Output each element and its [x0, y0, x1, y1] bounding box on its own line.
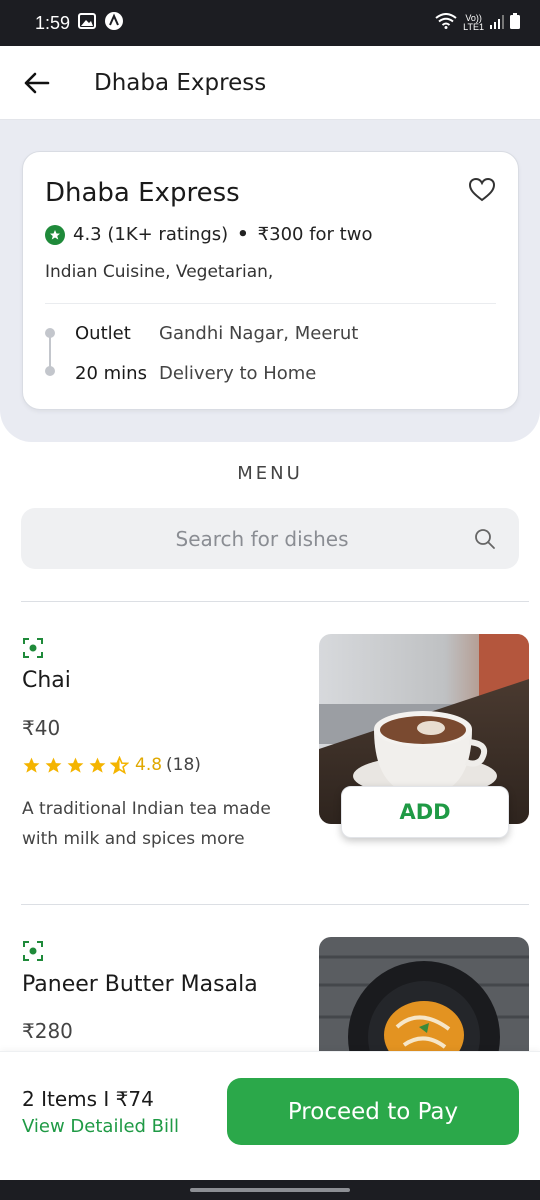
veg-indicator-icon	[23, 638, 43, 658]
cost-for-two: ₹300 for two	[257, 224, 373, 245]
home-gesture-handle[interactable]	[190, 1188, 350, 1192]
cuisine-text: Indian Cuisine, Vegetarian,	[45, 262, 274, 282]
app-notification-icon	[104, 11, 124, 35]
veg-indicator-icon	[23, 941, 43, 961]
signal-icon	[490, 14, 504, 33]
delivery-row: 20 mins Delivery to Home	[75, 363, 316, 384]
half-star-icon	[110, 755, 129, 774]
dish-search-input[interactable]: Search for dishes	[21, 508, 519, 569]
rating-stars	[22, 755, 129, 775]
restaurant-info-card: Dhaba Express 4.3 (1K+ ratings) • ₹300 f…	[22, 151, 519, 410]
item-description[interactable]: A traditional Indian tea made with milk …	[22, 794, 312, 854]
view-bill-link[interactable]: View Detailed Bill	[22, 1116, 179, 1137]
star-icon	[45, 757, 62, 773]
cart-summary: 2 Items I ₹74	[22, 1087, 154, 1111]
network-label: Vo)) LTE1	[463, 14, 484, 32]
menu-divider	[21, 601, 529, 602]
rating-row: 4.3 (1K+ ratings) • ₹300 for two	[45, 224, 372, 245]
restaurant-rating: 4.3 (1K+ ratings)	[73, 224, 229, 245]
back-button[interactable]	[22, 68, 52, 98]
outlet-value: Gandhi Nagar, Meerut	[159, 323, 359, 344]
item-price: ₹40	[22, 716, 61, 740]
outlet-row: Outlet Gandhi Nagar, Meerut	[75, 323, 358, 344]
item-rating-count: (18)	[166, 755, 201, 775]
search-placeholder: Search for dishes	[175, 526, 349, 551]
back-arrow-icon	[24, 72, 50, 93]
add-to-cart-button[interactable]: ADD	[341, 786, 509, 838]
timeline-icon	[45, 328, 55, 376]
status-time: 1:59	[35, 12, 71, 33]
cart-bar: 2 Items I ₹74 View Detailed Bill Proceed…	[0, 1051, 540, 1180]
page-title: Dhaba Express	[94, 69, 267, 96]
star-icon	[89, 757, 106, 773]
star-icon	[23, 757, 40, 773]
heart-icon	[468, 177, 496, 202]
separator-dot: •	[237, 224, 249, 245]
item-price: ₹280	[22, 1019, 73, 1043]
search-icon[interactable]	[473, 527, 497, 551]
battery-icon	[510, 13, 520, 33]
favorite-button[interactable]	[468, 176, 496, 204]
outlet-label: Outlet	[75, 323, 131, 344]
paneer-image[interactable]	[319, 937, 529, 1051]
delivery-time: 20 mins	[75, 363, 147, 384]
system-nav-bar	[0, 1180, 540, 1200]
delivery-type: Delivery to Home	[159, 363, 317, 384]
item-name: Chai	[22, 668, 71, 693]
menu-heading: MENU	[237, 463, 303, 484]
wifi-icon	[435, 13, 457, 33]
status-right: Vo)) LTE1	[435, 13, 520, 33]
proceed-to-pay-button[interactable]: Proceed to Pay	[227, 1078, 519, 1145]
rating-star-icon	[45, 224, 65, 245]
network-bottom: LTE1	[463, 22, 484, 32]
card-divider	[45, 303, 496, 304]
item-name: Paneer Butter Masala	[22, 972, 258, 997]
menu-divider	[21, 904, 529, 905]
app-bar: Dhaba Express	[0, 46, 540, 120]
item-rating-value: 4.8	[135, 755, 163, 775]
star-icon	[67, 757, 84, 773]
gallery-icon	[78, 13, 97, 33]
status-bar: 1:59 Vo)) LTE1	[0, 0, 540, 46]
restaurant-name: Dhaba Express	[45, 178, 240, 208]
item-rating: 4.8 (18)	[22, 755, 201, 775]
